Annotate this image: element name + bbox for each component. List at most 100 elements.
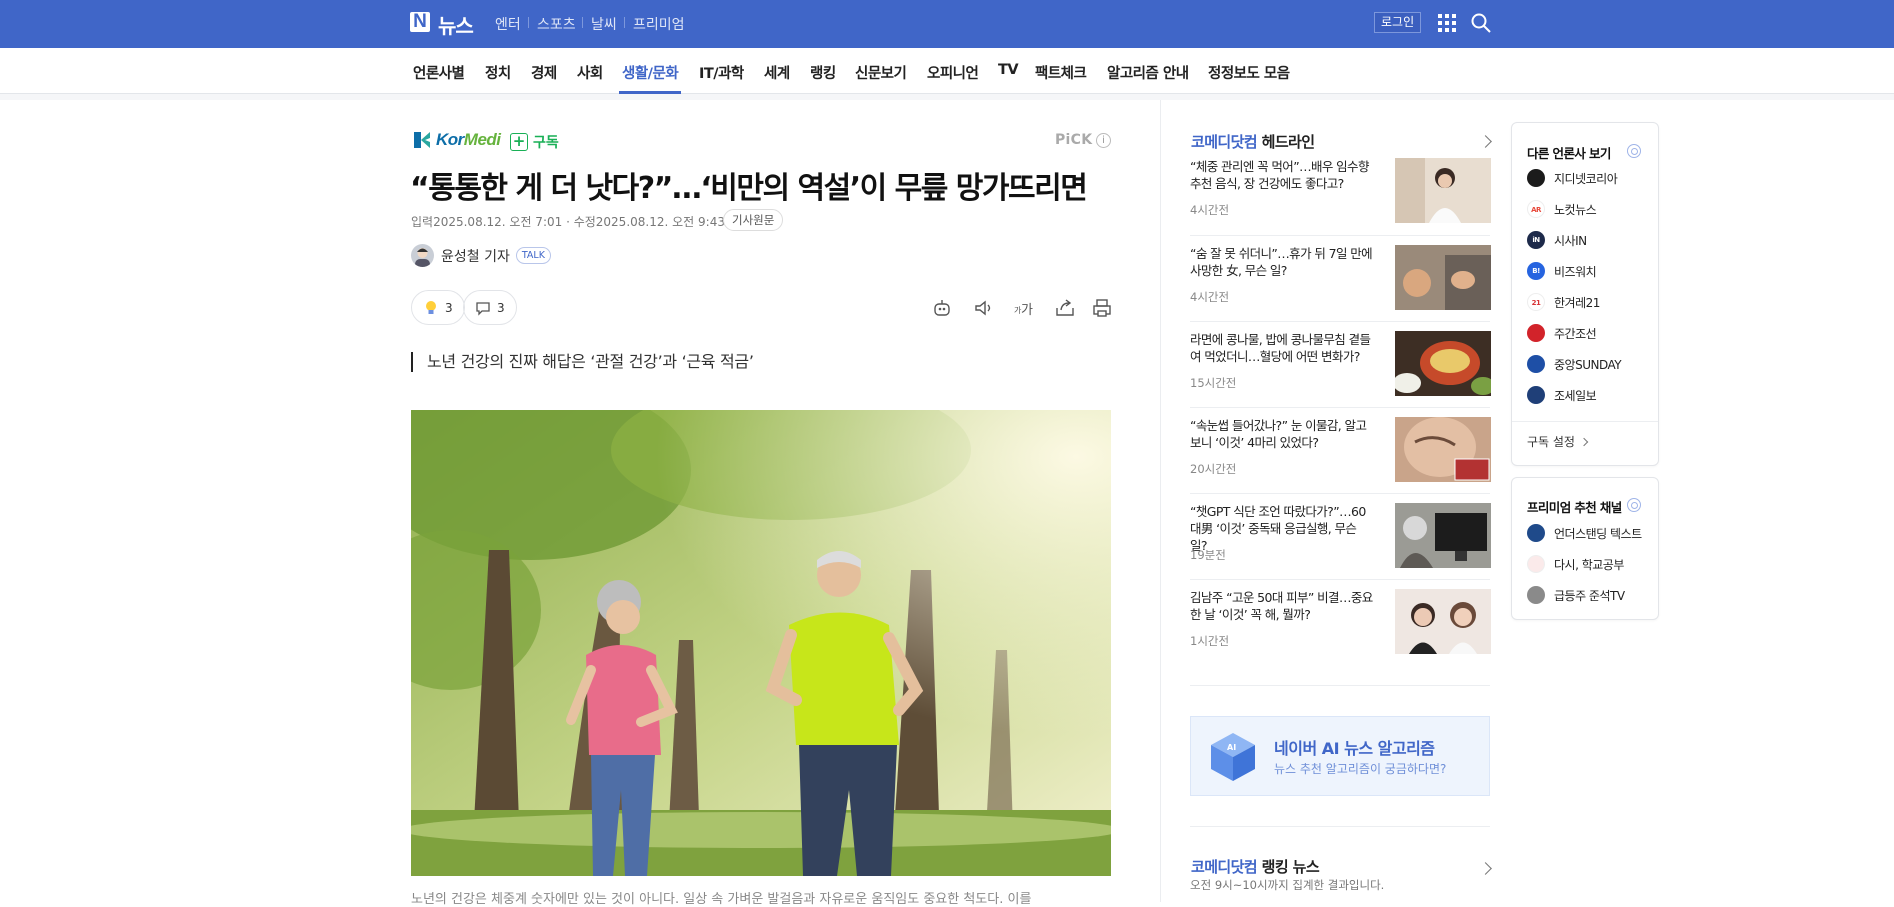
section-nav: 언론사별 정치 경제 사회 생활/문화 IT/과학 세계 랭킹 신문보기 오피니… [0, 48, 1894, 94]
subscribe-settings-link[interactable]: 구독 설정 [1512, 421, 1658, 465]
reporter-info[interactable]: 윤성철 기자 TALK [411, 244, 551, 267]
svg-text:AI: AI [1227, 743, 1236, 752]
service-link-weather[interactable]: 날씨 [591, 14, 617, 34]
nav-shadow-strip [0, 94, 1894, 100]
nav-item-it-science[interactable]: IT/과학 [699, 62, 744, 83]
nav-item-newspaper[interactable]: 신문보기 [855, 62, 907, 83]
headline-item[interactable]: “숨 잘 못 쉬더니”…휴가 뒤 7일 만에 사망한 女, 무슨 일? 4시간전 [1190, 245, 1491, 331]
share-icon[interactable] [1054, 297, 1076, 319]
divider [1190, 579, 1490, 580]
subscribe-label: 구독 [533, 135, 559, 151]
channel-item-label: 급등주 준석TV [1554, 588, 1625, 603]
press-item-label: 주간조선 [1554, 326, 1597, 341]
nav-item-tv[interactable]: TV [998, 62, 1019, 78]
press-item[interactable]: 21 한겨레21 [1527, 293, 1600, 311]
print-icon[interactable] [1091, 297, 1113, 319]
premium-channel-item[interactable]: 다시, 학교공부 [1527, 555, 1624, 573]
font-size-icon[interactable]: 가 가 [1012, 297, 1034, 319]
photo-caption: 노년의 건강은 체중계 숫자에만 있는 것이 아니다. 일상 속 가벼운 발걸음… [411, 892, 1032, 907]
service-link-premium[interactable]: 프리미엄 [633, 14, 685, 34]
ai-banner-subtitle: 뉴스 추천 알고리즘이 궁금하다면? [1274, 762, 1447, 776]
premium-channel-item[interactable]: 급등주 준석TV [1527, 586, 1625, 604]
headline-item[interactable]: “속눈썹 들어갔나?” 눈 이물감, 알고보니 ‘이것’ 4마리 있었다? 20… [1190, 417, 1491, 503]
reporter-avatar [411, 244, 434, 267]
headline-time: 4시간전 [1190, 290, 1230, 304]
headline-item[interactable]: 김남주 “고운 50대 피부” 비결…중요한 날 ‘이것’ 꼭 해, 뭘까? 1… [1190, 589, 1491, 675]
login-button[interactable]: 로그인 [1374, 12, 1422, 33]
lightbulb-icon [426, 300, 436, 314]
naver-logo[interactable]: N [410, 12, 430, 32]
talk-badge[interactable]: TALK [515, 247, 551, 264]
chevron-right-icon[interactable] [1479, 135, 1492, 148]
press-logo[interactable]: KorMedi [412, 130, 501, 150]
headline-time: 1시간전 [1190, 634, 1230, 648]
apps-grid-icon[interactable] [1438, 14, 1456, 32]
press-name: KorMedi [436, 130, 501, 150]
press-item-label: 비즈워치 [1554, 264, 1597, 279]
divider [1190, 685, 1490, 686]
headline-item[interactable]: “체중 관리엔 꼭 먹어”…배우 임수향 추천 음식, 장 건강에도 좋다고? … [1190, 158, 1491, 244]
nav-item-algorithm[interactable]: 알고리즘 안내 [1107, 62, 1189, 83]
nav-item-society[interactable]: 사회 [577, 62, 603, 83]
nav-item-world[interactable]: 세계 [764, 62, 790, 83]
refresh-icon[interactable] [1627, 498, 1641, 512]
headline-thumbnail [1395, 245, 1491, 310]
nav-item-economy[interactable]: 경제 [531, 62, 557, 83]
headline-item[interactable]: “챗GPT 식단 조언 따랐다가?”…60대男 ‘이것’ 중독돼 응급실행, 무… [1190, 503, 1491, 589]
press-item[interactable]: 주간조선 [1527, 324, 1597, 342]
nav-item-factcheck[interactable]: 팩트체크 [1035, 62, 1087, 83]
nav-item-politics[interactable]: 정치 [485, 62, 511, 83]
nav-item-life-culture[interactable]: 생활/문화 [622, 62, 679, 83]
press-logo-icon: AR [1527, 200, 1545, 218]
chevron-right-icon [1579, 437, 1589, 447]
ranking-section-brand: 코메디닷컴 [1191, 858, 1258, 876]
comment-bubble-icon [476, 301, 490, 316]
premium-title: 프리미엄 추천 채널 [1527, 500, 1622, 515]
press-item-label: 노컷뉴스 [1554, 202, 1597, 217]
divider [1190, 321, 1490, 322]
press-item[interactable]: 조세일보 [1527, 386, 1597, 404]
search-icon[interactable] [1470, 12, 1492, 34]
reaction-button[interactable]: 3 [411, 290, 465, 325]
svg-text:가: 가 [1021, 303, 1033, 318]
chevron-right-icon[interactable] [1479, 862, 1492, 875]
headline-time: 20시간전 [1190, 462, 1237, 476]
press-logo-icon: iN [1527, 231, 1545, 249]
headline-section-title[interactable]: 코메디닷컴 헤드라인 [1191, 131, 1315, 152]
info-icon[interactable]: i [1096, 133, 1111, 148]
press-logo-icon [1527, 169, 1545, 187]
press-item[interactable]: B! 비즈워치 [1527, 262, 1597, 280]
press-item[interactable]: 지디넷코리아 [1527, 169, 1618, 187]
reporter-name: 윤성철 기자 [441, 248, 510, 265]
summary-bot-icon[interactable] [931, 297, 953, 319]
service-link-entertain[interactable]: 엔터 [495, 14, 521, 34]
comment-count: 3 [497, 300, 505, 315]
speaker-icon[interactable] [972, 297, 994, 319]
service-link-sports[interactable]: 스포츠 [537, 14, 576, 34]
ranking-section-label: 랭킹 뉴스 [1261, 858, 1320, 876]
original-article-button[interactable]: 기사원문 [723, 209, 784, 231]
refresh-icon[interactable] [1627, 144, 1641, 158]
news-brand[interactable]: 뉴스 [438, 10, 474, 39]
ranking-section-title[interactable]: 코메디닷컴 랭킹 뉴스 [1191, 856, 1320, 877]
nav-item-corrections[interactable]: 정정보도 모음 [1208, 62, 1290, 83]
ai-algorithm-banner[interactable]: AI 네이버 AI 뉴스 알고리즘 뉴스 추천 알고리즘이 궁금하다면? [1190, 716, 1490, 796]
press-item[interactable]: AR 노컷뉴스 [1527, 200, 1597, 218]
nav-item-press[interactable]: 언론사별 [413, 62, 465, 83]
kormedi-mark-icon [414, 132, 430, 148]
comment-button[interactable]: 3 [463, 290, 517, 325]
divider [1190, 407, 1490, 408]
nav-item-opinion[interactable]: 오피니언 [927, 62, 979, 83]
press-item[interactable]: iN 시사IN [1527, 231, 1587, 249]
column-divider [1160, 100, 1161, 902]
headline-title: “속눈썹 들어갔나?” 눈 이물감, 알고보니 ‘이것’ 4마리 있었다? [1190, 418, 1367, 450]
press-name-part-1: Kor [436, 130, 464, 149]
premium-channel-item[interactable]: 언더스탠딩 텍스트 [1527, 524, 1642, 542]
headline-title: “체중 관리엔 꼭 먹어”…배우 임수향 추천 음식, 장 건강에도 좋다고? [1190, 159, 1369, 191]
subscribe-button[interactable]: + 구독 [510, 132, 559, 152]
headline-item[interactable]: 라면에 콩나물, 밥에 콩나물무침 곁들여 먹었더니…혈당에 어떤 변화가? 1… [1190, 331, 1491, 417]
nav-item-ranking[interactable]: 랭킹 [810, 62, 836, 83]
divider [624, 17, 625, 28]
headline-thumbnail [1395, 589, 1491, 654]
press-item[interactable]: 중앙SUNDAY [1527, 355, 1622, 373]
